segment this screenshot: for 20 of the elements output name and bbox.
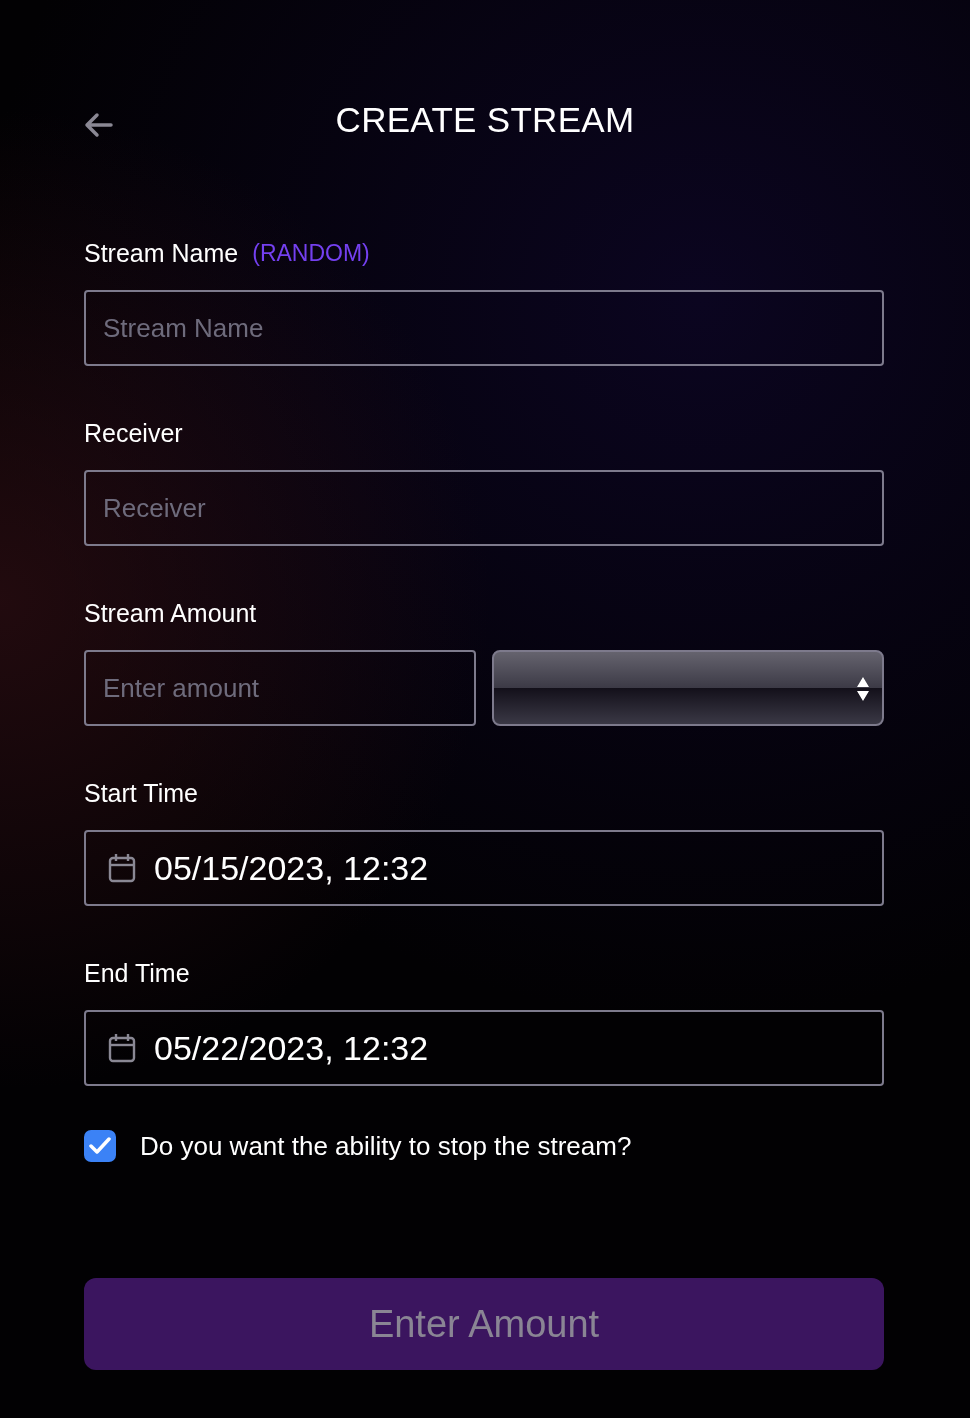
datetime-field[interactable]: 05/15/2023, 12:32 — [84, 830, 884, 906]
calendar-icon — [108, 853, 136, 883]
up-down-arrows-icon — [856, 676, 870, 702]
text-field[interactable]: Stream Name — [84, 290, 884, 366]
text-field[interactable]: Receiver — [84, 470, 884, 546]
checkbox-label: Do you want the ability to stop the stream? — [140, 1130, 632, 1162]
checkbox[interactable] — [84, 1130, 116, 1162]
datetime-field[interactable]: 05/22/2023, 12:32 — [84, 1010, 884, 1086]
back-button[interactable] — [84, 112, 114, 138]
field-label: Start Time — [84, 778, 198, 808]
checkmark-icon — [89, 1137, 111, 1155]
field-label: Receiver — [84, 418, 183, 448]
calendar-icon — [108, 1033, 136, 1063]
token-select[interactable] — [492, 650, 884, 726]
amount-field[interactable]: Enter amount — [84, 650, 476, 726]
field-label: End Time — [84, 958, 190, 988]
field-label: Stream Amount — [84, 598, 257, 628]
field-label: Stream Name — [84, 238, 239, 268]
random-link[interactable]: (RANDOM) — [252, 239, 370, 267]
page-title: CREATE STREAM — [335, 100, 635, 140]
